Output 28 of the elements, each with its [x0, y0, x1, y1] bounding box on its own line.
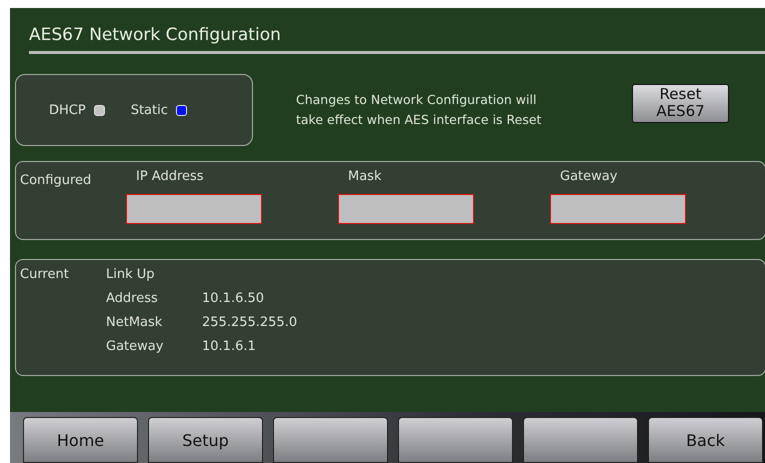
blank-button[interactable] — [273, 417, 388, 463]
field-label: Mask — [348, 169, 382, 186]
nav-button[interactable]: Setup — [148, 417, 263, 463]
panel-label: Configured — [20, 173, 92, 190]
info-value: 255.255.255.0 — [202, 314, 298, 331]
info-label: NetMask — [106, 314, 164, 331]
input-field[interactable] — [338, 194, 474, 224]
field-label: IP Address — [136, 169, 205, 186]
input-field[interactable] — [126, 194, 262, 224]
notice-text: Changes to Network Configuration will take effect when AES interface is Reset — [296, 91, 542, 129]
input-field[interactable] — [550, 194, 686, 224]
reset-button[interactable]: Reset AES67 — [632, 84, 729, 122]
link-status: Link Up — [106, 266, 156, 283]
info-label: Address — [106, 290, 159, 307]
blank-button[interactable] — [398, 417, 513, 463]
panel-label: Current — [20, 267, 70, 284]
info-label: Gateway — [106, 338, 164, 355]
field-label: Gateway — [560, 169, 618, 186]
blank-button[interactable] — [523, 417, 638, 463]
radio-button[interactable] — [94, 104, 105, 116]
mode-label: DHCP — [49, 102, 86, 118]
info-value: 10.1.6.50 — [202, 290, 266, 307]
nav-button[interactable]: Back — [648, 417, 763, 463]
nav-button[interactable]: Home — [23, 417, 138, 463]
radio-button[interactable] — [176, 104, 187, 116]
mode-label: Static — [130, 102, 168, 118]
page-title: AES67 Network Configuration — [29, 25, 765, 54]
info-value: 10.1.6.1 — [202, 338, 257, 355]
